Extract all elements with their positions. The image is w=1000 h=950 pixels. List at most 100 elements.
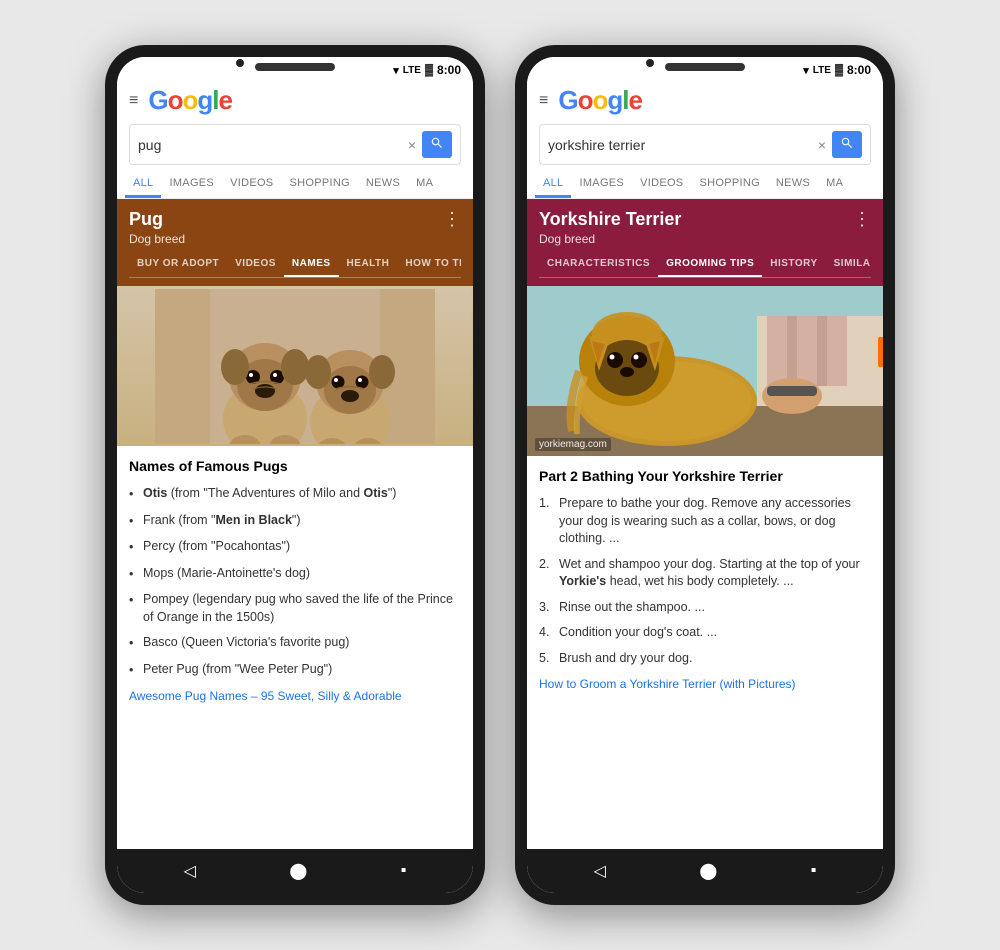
phone-1: ▾ LTE ▓ 8:00 ≡ Google × — [105, 45, 485, 905]
search-input-1[interactable] — [138, 137, 402, 153]
kp-title-yorkshire: Yorkshire Terrier — [539, 209, 681, 230]
yorkshire-link[interactable]: How to Groom a Yorkshire Terrier (with P… — [539, 675, 871, 693]
logo-o2: o — [182, 85, 197, 115]
kp-tabs-pug: BUY OR ADOPT VIDEOS NAMES HEALTH HOW TO … — [129, 252, 461, 278]
tab-videos-2[interactable]: VIDEOS — [632, 171, 691, 198]
back-button-1[interactable]: ◁ — [184, 861, 196, 881]
tab-videos-1[interactable]: VIDEOS — [222, 171, 281, 198]
search-button-2[interactable] — [832, 131, 862, 158]
time-display-1: 8:00 — [437, 63, 461, 77]
kp-tab-train[interactable]: HOW TO TRAIN — [397, 252, 461, 277]
kp-tab-history[interactable]: HISTORY — [762, 252, 825, 277]
yorkshire-section-title: Part 2 Bathing Your Yorkshire Terrier — [539, 466, 871, 487]
kp-subtitle-yorkshire: Dog breed — [539, 232, 681, 246]
nav-bar-1: ◁ ⬤ ▪ — [117, 849, 473, 893]
logo-o2-2: o — [592, 85, 607, 115]
clear-button-1[interactable]: × — [408, 137, 416, 153]
clear-button-2[interactable]: × — [818, 137, 826, 153]
lte-label-2: LTE — [813, 65, 831, 76]
yorkshire-image-container: yorkiemag.com — [527, 286, 883, 456]
step-1: 1. Prepare to bathe your dog. Remove any… — [539, 495, 871, 548]
logo-o1: o — [168, 85, 183, 115]
item-text-3: Percy (from "Pocahontas") — [143, 538, 290, 556]
search-button-1[interactable] — [422, 131, 452, 158]
battery-icon: ▓ — [425, 64, 433, 76]
kp-tab-similar[interactable]: SIMILAR BRE — [826, 252, 871, 277]
home-button-1[interactable]: ⬤ — [289, 861, 307, 881]
kp-tab-health[interactable]: HEALTH — [339, 252, 398, 277]
bullet-4: • — [129, 566, 135, 584]
hamburger-menu-2[interactable]: ≡ — [539, 93, 548, 109]
num-3: 3. — [539, 599, 559, 617]
google-header-2: ≡ Google — [527, 79, 883, 120]
recent-button-2[interactable]: ▪ — [811, 862, 817, 880]
kp-menu-yorkshire[interactable]: ⋮ — [853, 209, 871, 230]
tab-images-2[interactable]: IMAGES — [571, 171, 632, 198]
search-bar-2: × — [539, 124, 871, 165]
item-text-5: Pompey (legendary pug who saved the life… — [143, 591, 461, 626]
yorkie-svg — [527, 286, 883, 456]
tab-more-1[interactable]: MA — [408, 171, 441, 198]
step-text-4: Condition your dog's coat. ... — [559, 624, 717, 642]
google-logo-2: Google — [558, 85, 642, 116]
search-tabs-2: ALL IMAGES VIDEOS SHOPPING NEWS MA — [527, 171, 883, 199]
pug-link[interactable]: Awesome Pug Names – 95 Sweet, Silly & Ad… — [129, 687, 461, 705]
tab-all-2[interactable]: ALL — [535, 171, 571, 198]
wifi-icon-2: ▾ — [803, 64, 809, 77]
step-4: 4. Condition your dog's coat. ... — [539, 624, 871, 642]
pug-text-content: Names of Famous Pugs • Otis (from "The A… — [117, 446, 473, 715]
tab-shopping-2[interactable]: SHOPPING — [691, 171, 767, 198]
num-2: 2. — [539, 556, 559, 591]
kp-subtitle-pug: Dog breed — [129, 232, 185, 246]
step-text-2: Wet and shampoo your dog. Starting at th… — [559, 556, 871, 591]
step-2: 2. Wet and shampoo your dog. Starting at… — [539, 556, 871, 591]
status-bar-1: ▾ LTE ▓ 8:00 — [117, 57, 473, 79]
list-item-peter: • Peter Pug (from "Wee Peter Pug") — [129, 661, 461, 680]
hamburger-menu-1[interactable]: ≡ — [129, 93, 138, 109]
tab-images-1[interactable]: IMAGES — [161, 171, 222, 198]
search-tabs-1: ALL IMAGES VIDEOS SHOPPING NEWS MA — [117, 171, 473, 199]
pug-list: • Otis (from "The Adventures of Milo and… — [129, 485, 461, 679]
home-button-2[interactable]: ⬤ — [699, 861, 717, 881]
item-text-6: Basco (Queen Victoria's favorite pug) — [143, 634, 349, 652]
num-4: 4. — [539, 624, 559, 642]
lte-label: LTE — [403, 65, 421, 76]
phone-2-screen: ▾ LTE ▓ 8:00 ≡ Google × — [527, 57, 883, 893]
list-item-basco: • Basco (Queen Victoria's favorite pug) — [129, 634, 461, 653]
wifi-icon: ▾ — [393, 64, 399, 77]
knowledge-panel-yorkshire: Yorkshire Terrier Dog breed ⋮ CHARACTERI… — [527, 199, 883, 286]
yorkshire-text-content: Part 2 Bathing Your Yorkshire Terrier 1.… — [527, 456, 883, 703]
item-text-2: Frank (from "Men in Black") — [143, 512, 301, 530]
kp-tab-names[interactable]: NAMES — [284, 252, 339, 277]
time-display-2: 8:00 — [847, 63, 871, 77]
tab-shopping-1[interactable]: SHOPPING — [281, 171, 357, 198]
kp-tab-buy[interactable]: BUY OR ADOPT — [129, 252, 227, 277]
step-5: 5. Brush and dry your dog. — [539, 650, 871, 668]
back-button-2[interactable]: ◁ — [594, 861, 606, 881]
tab-news-1[interactable]: NEWS — [358, 171, 408, 198]
logo-g: G — [148, 85, 167, 115]
kp-tab-characteristics[interactable]: CHARACTERISTICS — [539, 252, 658, 277]
tab-news-2[interactable]: NEWS — [768, 171, 818, 198]
status-bar-2: ▾ LTE ▓ 8:00 — [527, 57, 883, 79]
item-text-1: Otis (from "The Adventures of Milo and O… — [143, 485, 396, 503]
item-text-4: Mops (Marie-Antoinette's dog) — [143, 565, 310, 583]
kp-menu-pug[interactable]: ⋮ — [443, 209, 461, 230]
step-text-3: Rinse out the shampoo. ... — [559, 599, 705, 617]
search-input-2[interactable] — [548, 137, 812, 153]
step-text-5: Brush and dry your dog. — [559, 650, 692, 668]
kp-tab-grooming[interactable]: GROOMING TIPS — [658, 252, 762, 277]
yorkshire-steps: 1. Prepare to bathe your dog. Remove any… — [539, 495, 871, 667]
kp-tab-videos-pug[interactable]: VIDEOS — [227, 252, 284, 277]
tab-more-2[interactable]: MA — [818, 171, 851, 198]
content-area-pug: Names of Famous Pugs • Otis (from "The A… — [117, 286, 473, 849]
kp-tabs-yorkshire: CHARACTERISTICS GROOMING TIPS HISTORY SI… — [539, 252, 871, 278]
logo-o1-2: o — [578, 85, 593, 115]
pug-section-title: Names of Famous Pugs — [129, 456, 461, 477]
bullet-5: • — [129, 592, 135, 610]
tab-all-1[interactable]: ALL — [125, 171, 161, 198]
recent-button-1[interactable]: ▪ — [401, 862, 407, 880]
pug-svg — [155, 289, 435, 444]
logo-e: e — [218, 85, 231, 115]
logo-g-2: G — [558, 85, 577, 115]
